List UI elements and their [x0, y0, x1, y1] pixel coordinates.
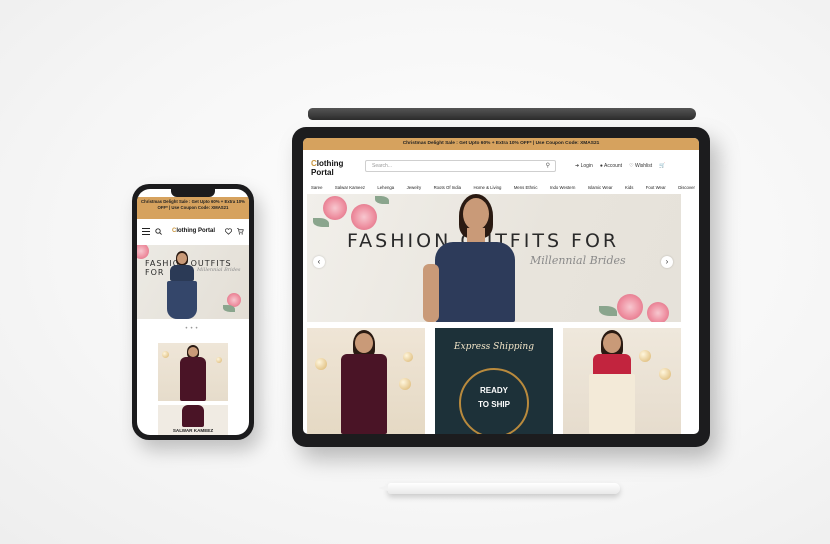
nav-item-roots-of-india[interactable]: Roots Of India	[434, 185, 461, 190]
nav-item-islamic-wear[interactable]: Islamic Wear	[588, 185, 613, 190]
product-tile-saree[interactable]	[563, 328, 681, 434]
model-figure	[182, 405, 204, 429]
promo-banner[interactable]: Christmas Delight Sale : Get Upto 60% + …	[303, 138, 699, 150]
stylus-tip	[378, 485, 388, 491]
nav-item-jewelry[interactable]: Jewelry	[407, 185, 422, 190]
shipping-title: Express Shipping	[454, 342, 534, 352]
leaf-decoration	[223, 305, 235, 312]
model-figure	[180, 345, 206, 401]
account-link[interactable]: ● Account	[600, 160, 622, 172]
search-icon[interactable]	[155, 227, 162, 235]
logo-text-line2: Portal	[311, 168, 334, 177]
to-ship-label: TO SHIP	[478, 400, 510, 409]
search-input[interactable]: Search... ⚲	[365, 160, 556, 172]
nav-item-indo-western[interactable]: Indo Western	[550, 185, 575, 190]
chevron-left-icon[interactable]: ‹	[313, 256, 325, 268]
model-figure	[337, 330, 391, 434]
ready-label: READY	[479, 386, 508, 395]
phone-category-tile[interactable]: SALWAR KAMEEZ	[158, 405, 228, 435]
nav-item-foot-wear[interactable]: Foot Wear	[646, 185, 666, 190]
search-icon[interactable]: ⚲	[546, 161, 550, 171]
cart-icon[interactable]	[237, 227, 244, 235]
ornament-decoration	[315, 358, 327, 370]
nav-item-kids[interactable]: Kids	[625, 185, 633, 190]
heart-icon: ♡	[629, 163, 634, 169]
model-figure	[585, 330, 639, 434]
phone-header: Clothing Portal	[137, 222, 249, 240]
phone-product-tile[interactable]	[158, 343, 228, 401]
menu-icon[interactable]	[142, 227, 150, 235]
site-logo[interactable]: Clothing Portal	[311, 159, 343, 177]
heart-icon[interactable]	[225, 227, 232, 235]
nav-item-salwar-kameez[interactable]: Salwar Kameez	[335, 185, 365, 190]
tablet-device: Christmas Delight Sale : Get Upto 60% + …	[292, 127, 710, 447]
cart-icon[interactable]: 🛒	[659, 160, 665, 172]
pencil-on-tablet	[308, 108, 696, 120]
logo-text: lothing Portal	[176, 228, 215, 234]
phone-screen: Christmas Delight Sale : Get Upto 60% + …	[137, 189, 249, 435]
category-label: SALWAR KAMEEZ	[172, 428, 214, 433]
leaf-decoration	[313, 218, 329, 227]
account-label: Account	[603, 163, 623, 169]
nav-item-saree[interactable]: Saree	[311, 185, 322, 190]
nav-item-home-living[interactable]: Home & Living	[473, 185, 501, 190]
mockup-stage: Christmas Delight Sale : Get Upto 60% + …	[0, 0, 830, 544]
featured-tiles: Express Shipping READY TO SHIP	[307, 328, 681, 434]
phone-promo-banner[interactable]: Christmas Delight Sale : Get Upto 60% + …	[137, 197, 249, 219]
search-placeholder: Search...	[372, 163, 393, 169]
carousel-dots[interactable]: •••	[137, 326, 249, 332]
flower-decoration	[323, 196, 347, 220]
ornament-decoration	[399, 378, 411, 390]
ornament-decoration	[216, 357, 222, 363]
flower-decoration	[617, 294, 643, 320]
ornament-decoration	[162, 351, 169, 358]
main-nav: Saree Salwar Kameez Lehenga Jewelry Root…	[311, 185, 695, 190]
header-links: ➜ Login ● Account ♡ Wishlist 🛒	[575, 160, 665, 172]
shipping-ready-text: READY TO SHIP	[435, 384, 553, 412]
flower-decoration	[351, 204, 377, 230]
site-header: Clothing Portal Search... ⚲ ➜ Login ● Ac…	[303, 152, 699, 190]
wishlist-label: Wishlist	[634, 163, 653, 169]
wishlist-link[interactable]: ♡ Wishlist	[629, 160, 652, 172]
phone-device: Christmas Delight Sale : Get Upto 60% + …	[132, 184, 254, 440]
ornament-decoration	[403, 352, 413, 362]
login-icon: ➜	[575, 163, 580, 169]
hero-subline: Millennial Brides	[530, 254, 626, 267]
ornament-decoration	[639, 350, 651, 362]
login-label: Login	[580, 163, 593, 169]
phone-logo[interactable]: Clothing Portal	[167, 228, 220, 234]
flower-decoration	[647, 302, 669, 322]
tablet-screen: Christmas Delight Sale : Get Upto 60% + …	[303, 138, 699, 434]
ornament-decoration	[659, 368, 671, 380]
user-icon: ●	[599, 163, 603, 169]
phone-hero-subline: Millennial Brides	[197, 267, 241, 273]
leaf-decoration	[375, 196, 389, 204]
product-tile-salwar[interactable]	[307, 328, 425, 434]
model-figure	[167, 251, 197, 319]
flower-decoration	[137, 245, 149, 259]
leaf-decoration	[599, 306, 617, 316]
logo-text-line1: lothing	[316, 159, 344, 168]
chevron-right-icon[interactable]: ›	[661, 256, 673, 268]
login-link[interactable]: ➜ Login	[575, 160, 593, 172]
stylus-pencil	[378, 483, 620, 494]
express-shipping-tile[interactable]: Express Shipping READY TO SHIP	[435, 328, 553, 434]
nav-item-mens-ethnic[interactable]: Mens Ethnic	[514, 185, 538, 190]
phone-notch	[171, 189, 215, 197]
hero-carousel[interactable]: FASHION OUTFITS FOR Millennial Brides ‹ …	[307, 194, 681, 322]
nav-item-discover[interactable]: Discover	[678, 185, 695, 190]
phone-hero-banner[interactable]: FASHION OUTFITS FOR Millennial Brides	[137, 245, 249, 319]
model-figure	[423, 194, 527, 322]
nav-item-lehenga[interactable]: Lehenga	[377, 185, 394, 190]
